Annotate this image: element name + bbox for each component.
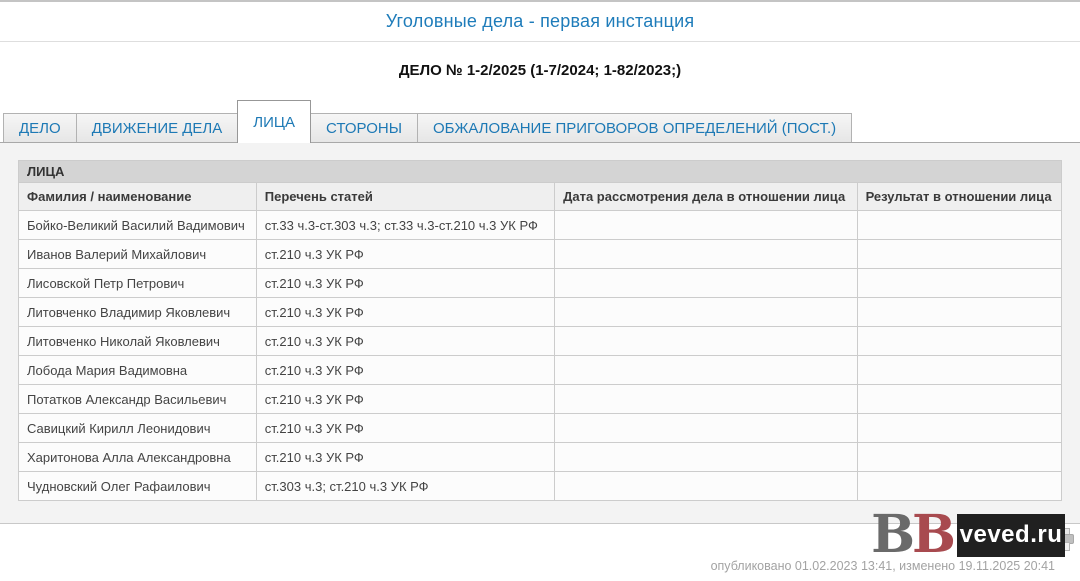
cell-name: Лобода Мария Вадимовна xyxy=(19,356,257,385)
table-row: Лобода Мария Вадимовна ст.210 ч.3 УК РФ xyxy=(19,356,1062,385)
cell-date xyxy=(555,298,857,327)
cell-result xyxy=(857,414,1061,443)
col-header-name: Фамилия / наименование xyxy=(19,183,257,211)
cell-articles: ст.210 ч.3 УК РФ xyxy=(256,298,554,327)
cell-date xyxy=(555,211,857,240)
cell-name: Литовченко Николай Яковлевич xyxy=(19,327,257,356)
tab-storony-label: СТОРОНЫ xyxy=(326,120,402,137)
cell-date xyxy=(555,240,857,269)
cell-articles: ст.303 ч.3; ст.210 ч.3 УК РФ xyxy=(256,472,554,501)
tab-litsa-label: ЛИЦА xyxy=(253,114,295,131)
cell-result xyxy=(857,298,1061,327)
watermark-letter-b2: B xyxy=(912,511,956,559)
case-number: ДЕЛО № 1-2/2025 (1-7/2024; 1-82/2023;) xyxy=(399,62,681,79)
tab-dvizhenie-dela-label: ДВИЖЕНИЕ ДЕЛА xyxy=(92,120,223,137)
table-row: Иванов Валерий Михайлович ст.210 ч.3 УК … xyxy=(19,240,1062,269)
case-number-band: ДЕЛО № 1-2/2025 (1-7/2024; 1-82/2023;) xyxy=(0,42,1080,99)
cell-result xyxy=(857,356,1061,385)
cell-articles: ст.210 ч.3 УК РФ xyxy=(256,327,554,356)
watermark-letter-b1: B xyxy=(871,511,915,559)
cell-articles: ст.33 ч.3-ст.303 ч.3; ст.33 ч.3-ст.210 ч… xyxy=(256,211,554,240)
cell-date xyxy=(555,327,857,356)
table-caption-row: ЛИЦА xyxy=(19,161,1062,183)
cell-articles: ст.210 ч.3 УК РФ xyxy=(256,443,554,472)
cell-date xyxy=(555,269,857,298)
table-caption: ЛИЦА xyxy=(19,161,1062,183)
cell-date xyxy=(555,443,857,472)
cell-name: Харитонова Алла Александровна xyxy=(19,443,257,472)
tab-delo[interactable]: ДЕЛО xyxy=(3,113,77,142)
table-row: Харитонова Алла Александровна ст.210 ч.3… xyxy=(19,443,1062,472)
tab-obzhalovanie-label: ОБЖАЛОВАНИЕ ПРИГОВОРОВ ОПРЕДЕЛЕНИЙ (ПОСТ… xyxy=(433,120,836,137)
table-row: Чудновский Олег Рафаилович ст.303 ч.3; с… xyxy=(19,472,1062,501)
cell-articles: ст.210 ч.3 УК РФ xyxy=(256,356,554,385)
tab-storony[interactable]: СТОРОНЫ xyxy=(310,113,418,142)
table-row: Потатков Александр Васильевич ст.210 ч.3… xyxy=(19,385,1062,414)
cell-articles: ст.210 ч.3 УК РФ xyxy=(256,240,554,269)
table-row: Литовченко Николай Яковлевич ст.210 ч.3 … xyxy=(19,327,1062,356)
cell-name: Чудновский Олег Рафаилович xyxy=(19,472,257,501)
cell-name: Лисовской Петр Петрович xyxy=(19,269,257,298)
cell-name: Савицкий Кирилл Леонидович xyxy=(19,414,257,443)
page-header: Уголовные дела - первая инстанция xyxy=(0,0,1080,42)
persons-table: ЛИЦА Фамилия / наименование Перечень ста… xyxy=(18,160,1062,501)
col-header-date: Дата рассмотрения дела в отношении лица xyxy=(555,183,857,211)
cell-result xyxy=(857,240,1061,269)
cell-name: Бойко-Великий Василий Вадимович xyxy=(19,211,257,240)
cell-result xyxy=(857,269,1061,298)
cell-articles: ст.210 ч.3 УК РФ xyxy=(256,269,554,298)
cell-name: Литовченко Владимир Яковлевич xyxy=(19,298,257,327)
table-row: Лисовской Петр Петрович ст.210 ч.3 УК РФ xyxy=(19,269,1062,298)
cell-date xyxy=(555,356,857,385)
cell-result xyxy=(857,472,1061,501)
litsa-tab-panel: ЛИЦА Фамилия / наименование Перечень ста… xyxy=(0,142,1080,524)
table-row: Савицкий Кирилл Леонидович ст.210 ч.3 УК… xyxy=(19,414,1062,443)
watermark-site-box: veved.ru xyxy=(957,514,1065,557)
cell-articles: ст.210 ч.3 УК РФ xyxy=(256,385,554,414)
col-header-articles: Перечень статей xyxy=(256,183,554,211)
cell-date xyxy=(555,472,857,501)
tab-bar: ДЕЛО ДВИЖЕНИЕ ДЕЛА ЛИЦА СТОРОНЫ ОБЖАЛОВА… xyxy=(0,99,1080,142)
veved-watermark: B B veved.ru xyxy=(871,511,1065,559)
cell-date xyxy=(555,385,857,414)
table-row: Литовченко Владимир Яковлевич ст.210 ч.3… xyxy=(19,298,1062,327)
col-header-result: Результат в отношении лица xyxy=(857,183,1061,211)
tab-delo-label: ДЕЛО xyxy=(19,120,61,137)
watermark-site-label: veved.ru xyxy=(960,521,1063,549)
cell-articles: ст.210 ч.3 УК РФ xyxy=(256,414,554,443)
footer: опубликовано 01.02.2023 13:41, изменено … xyxy=(0,524,1080,580)
cell-result xyxy=(857,443,1061,472)
table-header-row: Фамилия / наименование Перечень статей Д… xyxy=(19,183,1062,211)
cell-result xyxy=(857,211,1061,240)
table-row: Бойко-Великий Василий Вадимович ст.33 ч.… xyxy=(19,211,1062,240)
page-title: Уголовные дела - первая инстанция xyxy=(386,11,695,32)
cell-date xyxy=(555,414,857,443)
cell-result xyxy=(857,327,1061,356)
cell-name: Потатков Александр Васильевич xyxy=(19,385,257,414)
tab-dvizhenie-dela[interactable]: ДВИЖЕНИЕ ДЕЛА xyxy=(76,113,239,142)
tab-obzhalovanie[interactable]: ОБЖАЛОВАНИЕ ПРИГОВОРОВ ОПРЕДЕЛЕНИЙ (ПОСТ… xyxy=(417,113,852,142)
tab-litsa[interactable]: ЛИЦА xyxy=(237,100,311,143)
cell-name: Иванов Валерий Михайлович xyxy=(19,240,257,269)
cell-result xyxy=(857,385,1061,414)
